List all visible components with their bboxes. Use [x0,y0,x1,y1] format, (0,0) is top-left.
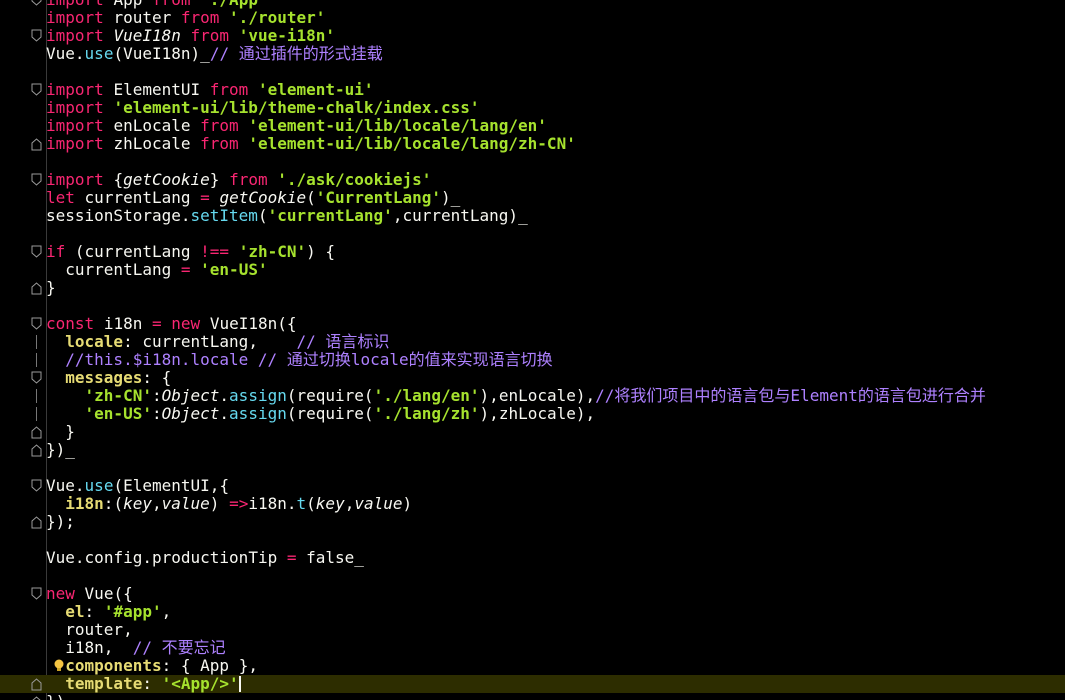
code-line[interactable]: import enLocale from 'element-ui/lib/loc… [0,117,1065,135]
fold-marker-icon[interactable] [31,371,42,385]
fold-marker-icon[interactable] [31,83,42,97]
code-line[interactable]: import ElementUI from 'element-ui' [0,81,1065,99]
code-text: locale: currentLang, // 语言标识 [65,332,390,351]
code-line[interactable]: new Vue({ [0,585,1065,603]
code-text: 'zh-CN':Object.assign(require('./lang/en… [84,386,986,405]
code-text: Vue.use(ElementUI,{ [46,476,230,495]
fold-marker-icon [31,353,42,367]
fold-marker-icon [31,407,42,421]
code-text: //this.$i18n.locale // 通过切换locale的值来实现语言… [65,350,553,369]
code-text: } [65,422,75,441]
code-line[interactable] [0,63,1065,81]
code-line[interactable] [0,459,1065,477]
code-editor[interactable]: import App from './App'import router fro… [0,0,1065,700]
code-line[interactable]: if (currentLang !== 'zh-CN') { [0,243,1065,261]
code-line[interactable]: 'zh-CN':Object.assign(require('./lang/en… [0,387,1065,405]
code-text: import router from './router' [46,8,326,27]
fold-marker-icon [31,335,42,349]
fold-marker-icon[interactable] [31,479,42,493]
code-line[interactable] [0,531,1065,549]
code-line[interactable]: messages: { [0,369,1065,387]
code-text: currentLang = 'en-US' [65,260,268,279]
code-line[interactable]: Vue.use(VueI18n)_// 通过插件的形式挂载 [0,45,1065,63]
code-line[interactable]: i18n:(key,value) =>i18n.t(key,value) [0,495,1065,513]
code-text: el: '#app', [65,602,172,621]
fold-marker-icon[interactable] [31,425,42,439]
code-text: Vue.use(VueI18n)_// 通过插件的形式挂载 [46,44,383,63]
code-line[interactable]: import router from './router' [0,9,1065,27]
code-line[interactable]: template: '<App/>' [0,675,1065,693]
code-text: i18n, // 不要忘记 [65,638,226,657]
code-line[interactable]: const i18n = new VueI18n({ [0,315,1065,333]
code-line[interactable] [0,153,1065,171]
fold-marker-icon[interactable] [31,0,42,7]
code-line[interactable]: import {getCookie} from './ask/cookiejs' [0,171,1065,189]
fold-marker-icon[interactable] [31,317,42,331]
code-line[interactable]: }) [0,693,1065,700]
code-line[interactable]: Vue.use(ElementUI,{ [0,477,1065,495]
code-text: import enLocale from 'element-ui/lib/loc… [46,116,547,135]
code-text: const i18n = new VueI18n({ [46,314,297,333]
fold-marker-icon[interactable] [31,515,42,529]
code-text: 'en-US':Object.assign(require('./lang/zh… [84,404,596,423]
code-line[interactable]: router, [0,621,1065,639]
code-line[interactable]: currentLang = 'en-US' [0,261,1065,279]
fold-marker-icon[interactable] [31,443,42,457]
fold-marker-icon[interactable] [31,677,42,691]
code-line[interactable]: import VueI18n from 'vue-i18n' [0,27,1065,45]
fold-marker-icon[interactable] [31,173,42,187]
code-line[interactable] [0,567,1065,585]
fold-marker-icon[interactable] [31,29,42,43]
code-text: i18n:(key,value) =>i18n.t(key,value) [65,494,413,513]
code-line[interactable]: import 'element-ui/lib/theme-chalk/index… [0,99,1065,117]
code-line[interactable]: sessionStorage.setItem('currentLang',cur… [0,207,1065,225]
code-line[interactable] [0,225,1065,243]
code-text: let currentLang = getCookie('CurrentLang… [46,188,461,207]
code-text: import {getCookie} from './ask/cookiejs' [46,170,432,189]
fold-marker-icon[interactable] [31,245,42,259]
code-line[interactable]: let currentLang = getCookie('CurrentLang… [0,189,1065,207]
fold-marker-icon [31,389,42,403]
code-text: } [46,278,56,297]
code-text: components: { App }, [65,656,258,675]
code-line[interactable]: components: { App }, [0,657,1065,675]
code-line[interactable]: locale: currentLang, // 语言标识 [0,333,1065,351]
code-line[interactable]: Vue.config.productionTip = false_ [0,549,1065,567]
code-line[interactable] [0,297,1065,315]
code-text: import VueI18n from 'vue-i18n' [46,26,336,45]
code-text: import zhLocale from 'element-ui/lib/loc… [46,134,576,153]
code-line[interactable]: }); [0,513,1065,531]
code-line[interactable]: i18n, // 不要忘记 [0,639,1065,657]
fold-marker-icon[interactable] [31,587,42,601]
code-text: }); [46,512,75,531]
code-text: router, [65,620,133,639]
code-line[interactable]: })_ [0,441,1065,459]
code-text: })_ [46,440,75,459]
code-text: sessionStorage.setItem('currentLang',cur… [46,206,528,225]
code-text: import 'element-ui/lib/theme-chalk/index… [46,98,480,117]
code-line[interactable]: //this.$i18n.locale // 通过切换locale的值来实现语言… [0,351,1065,369]
code-text: template: '<App/>' [65,674,241,693]
code-text: messages: { [65,368,172,387]
fold-marker-icon[interactable] [31,695,42,700]
code-text: import ElementUI from 'element-ui' [46,80,374,99]
code-text: Vue.config.productionTip = false_ [46,548,364,567]
code-text: if (currentLang !== 'zh-CN') { [46,242,336,261]
code-line[interactable]: import zhLocale from 'element-ui/lib/loc… [0,135,1065,153]
code-line[interactable]: 'en-US':Object.assign(require('./lang/zh… [0,405,1065,423]
fold-marker-icon[interactable] [31,281,42,295]
code-text: }) [46,693,65,700]
code-line[interactable]: el: '#app', [0,603,1065,621]
code-text: new Vue({ [46,584,133,603]
code-line[interactable]: } [0,279,1065,297]
fold-marker-icon[interactable] [31,137,42,151]
code-line[interactable]: } [0,423,1065,441]
